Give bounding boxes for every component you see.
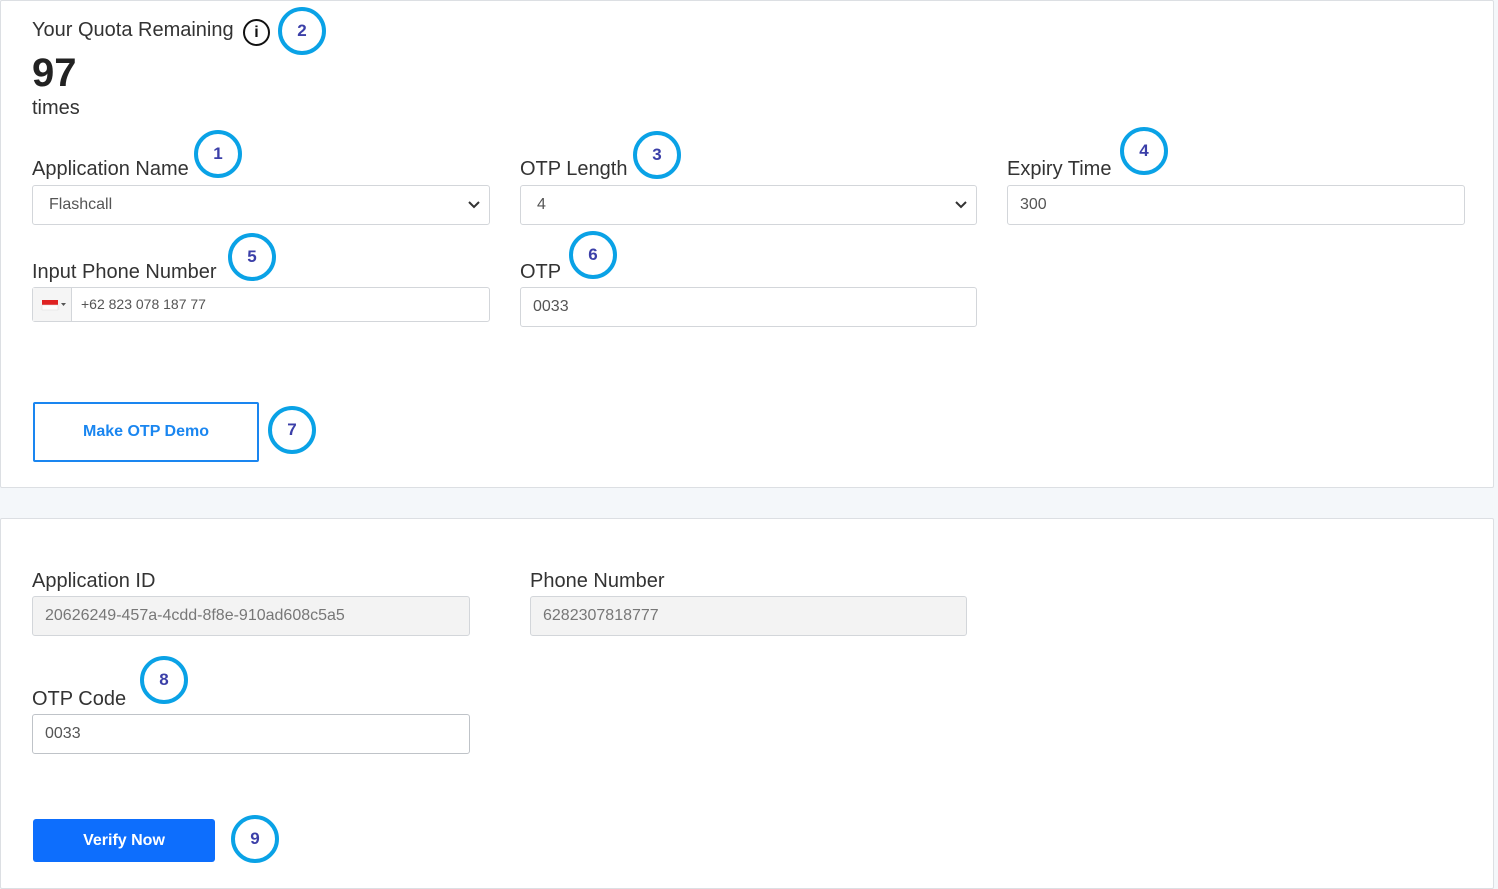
otp-length-value: 4 <box>537 196 546 213</box>
step-badge-6: 6 <box>569 231 617 279</box>
phone-number-verify-field: 6282307818777 <box>530 596 967 636</box>
expiry-time-label: Expiry Time <box>1007 158 1112 180</box>
step-badge-3: 3 <box>633 131 681 179</box>
otp-length-select[interactable]: 4 <box>520 185 977 225</box>
application-name-value: Flashcall <box>49 196 113 213</box>
step-badge-2: 2 <box>278 7 326 55</box>
otp-verify-card: Application ID 20626249-457a-4cdd-8f8e-9… <box>0 518 1494 889</box>
make-otp-demo-button[interactable]: Make OTP Demo <box>33 402 259 462</box>
chevron-down-icon <box>955 201 967 209</box>
application-name-label: Application Name <box>32 158 189 180</box>
step-badge-4: 4 <box>1120 127 1168 175</box>
step-badge-5: 5 <box>228 233 276 281</box>
otp-code-input[interactable]: 0033 <box>32 714 470 754</box>
indonesia-flag-icon <box>41 300 66 311</box>
phone-number-verify-label: Phone Number <box>530 570 665 592</box>
otp-value: 0033 <box>533 298 569 315</box>
otp-demo-form-card: Your Quota Remaining i 97 times Applicat… <box>0 0 1494 488</box>
otp-code-value: 0033 <box>45 725 81 742</box>
chevron-down-icon <box>468 201 480 209</box>
expiry-time-value: 300 <box>1020 196 1047 213</box>
application-id-value: 20626249-457a-4cdd-8f8e-910ad608c5a5 <box>45 607 345 624</box>
info-icon[interactable]: i <box>243 19 270 46</box>
country-selector[interactable] <box>33 288 72 321</box>
application-id-label: Application ID <box>32 570 156 592</box>
application-id-field: 20626249-457a-4cdd-8f8e-910ad608c5a5 <box>32 596 470 636</box>
otp-length-label: OTP Length <box>520 158 628 180</box>
phone-number-verify-value: 6282307818777 <box>543 607 659 624</box>
step-badge-1: 1 <box>194 130 242 178</box>
phone-number-label: Input Phone Number <box>32 261 217 283</box>
quota-title: Your Quota Remaining <box>32 19 234 41</box>
otp-label: OTP <box>520 261 562 283</box>
quota-count: 97 <box>32 51 77 95</box>
step-badge-9: 9 <box>231 815 279 863</box>
verify-now-button[interactable]: Verify Now <box>33 819 215 862</box>
otp-input[interactable]: 0033 <box>520 287 977 327</box>
step-badge-8: 8 <box>140 656 188 704</box>
phone-number-value: +62 823 078 187 77 <box>81 296 206 312</box>
expiry-time-input[interactable]: 300 <box>1007 185 1465 225</box>
quota-unit: times <box>32 97 80 119</box>
application-name-select[interactable]: Flashcall <box>32 185 490 225</box>
phone-number-input[interactable]: +62 823 078 187 77 <box>32 287 490 322</box>
otp-code-label: OTP Code <box>32 688 127 710</box>
step-badge-7: 7 <box>268 406 316 454</box>
